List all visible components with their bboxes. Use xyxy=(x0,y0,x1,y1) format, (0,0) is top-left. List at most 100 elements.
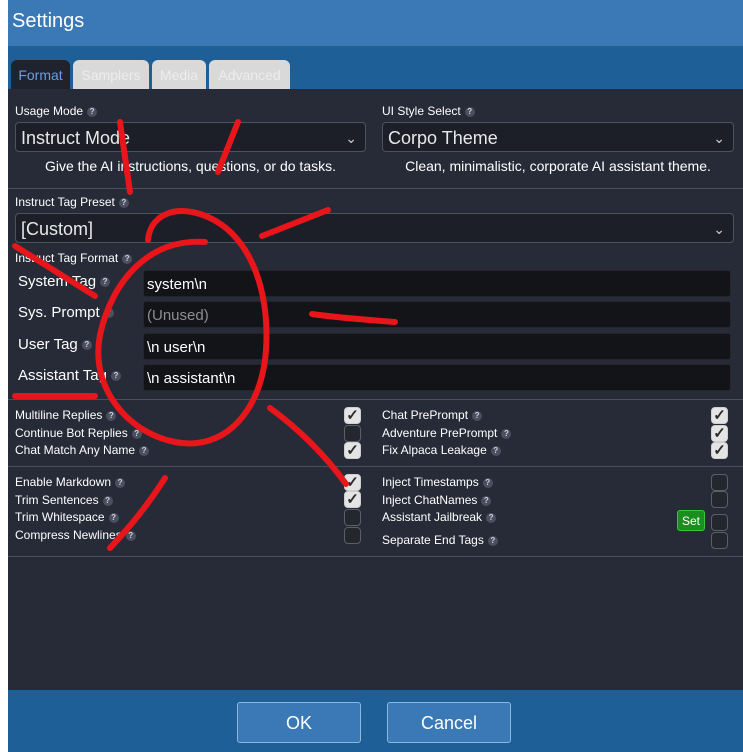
cancel-button[interactable]: Cancel xyxy=(387,702,511,743)
help-icon[interactable]: ? xyxy=(87,106,98,117)
usage-mode-label: Usage Mode? xyxy=(15,104,98,118)
ok-button[interactable]: OK xyxy=(237,702,361,743)
option-compress-newlines-checkbox[interactable] xyxy=(344,527,361,544)
help-icon[interactable]: ? xyxy=(103,308,114,319)
assistant-tag-label: Assistant Tag? xyxy=(18,367,121,384)
help-icon[interactable]: ? xyxy=(131,428,142,439)
ui-style-description: Clean, minimalistic, corporate AI assist… xyxy=(405,158,711,174)
help-icon[interactable]: ? xyxy=(139,445,150,456)
instruct-format-label-text: Instruct Tag Format xyxy=(15,251,119,265)
help-icon[interactable]: ? xyxy=(481,495,492,506)
help-icon[interactable]: ? xyxy=(81,340,92,351)
tab-bar: Format Samplers Media Advanced xyxy=(8,46,743,89)
instruct-format-label: Instruct Tag Format? xyxy=(15,251,133,265)
option-trim-whitespace-label: Trim Whitespace? xyxy=(15,510,119,524)
option-label-text: Assistant Jailbreak xyxy=(382,510,483,524)
option-label-text: Trim Whitespace xyxy=(15,510,105,524)
option-compress-newlines-label: Compress Newlines? xyxy=(15,528,136,542)
help-icon[interactable]: ? xyxy=(100,277,111,288)
help-icon[interactable]: ? xyxy=(102,495,113,506)
option-inject-timestamps-checkbox[interactable] xyxy=(711,474,728,491)
chevron-down-icon: ⌄ xyxy=(713,130,725,146)
option-separate-end-tags-checkbox[interactable] xyxy=(711,532,728,549)
assistant-tag-label-text: Assistant Tag xyxy=(18,367,107,384)
assistant-tag-input[interactable]: \n assistant\n xyxy=(143,364,731,391)
option-multiline-replies-label: Multiline Replies? xyxy=(15,408,117,422)
ui-style-label-text: UI Style Select xyxy=(382,104,461,118)
usage-mode-label-text: Usage Mode xyxy=(15,104,84,118)
help-icon[interactable]: ? xyxy=(118,197,129,208)
chevron-down-icon: ⌄ xyxy=(345,130,357,146)
option-enable-markdown-checkbox[interactable]: ✓ xyxy=(344,474,361,491)
ui-style-select[interactable]: Corpo Theme ⌄ xyxy=(382,122,734,152)
option-inject-chatnames-checkbox[interactable] xyxy=(711,491,728,508)
help-icon[interactable]: ? xyxy=(125,530,136,541)
option-label-text: Adventure PrePrompt xyxy=(382,426,498,440)
tab-format[interactable]: Format xyxy=(11,60,70,89)
usage-mode-select[interactable]: Instruct Mode ⌄ xyxy=(15,122,366,152)
help-icon[interactable]: ? xyxy=(490,445,501,456)
option-chat-match-any-name-checkbox[interactable]: ✓ xyxy=(344,442,361,459)
tab-samplers[interactable]: Samplers xyxy=(73,60,149,89)
system-tag-label: System Tag? xyxy=(18,273,111,290)
option-multiline-replies-checkbox[interactable]: ✓ xyxy=(344,407,361,424)
sys-prompt-label-text: Sys. Prompt xyxy=(18,304,100,321)
tab-media[interactable]: Media xyxy=(152,60,206,89)
help-icon[interactable]: ? xyxy=(464,106,475,117)
option-chat-preprompt-label: Chat PrePrompt? xyxy=(382,408,483,422)
option-label-text: Compress Newlines xyxy=(15,528,122,542)
option-fix-alpaca-leakage-checkbox[interactable]: ✓ xyxy=(711,442,728,459)
help-icon[interactable]: ? xyxy=(486,512,497,523)
user-tag-label-text: User Tag xyxy=(18,336,78,353)
option-assistant-jailbreak-label: Assistant Jailbreak? xyxy=(382,510,497,524)
help-icon[interactable]: ? xyxy=(108,512,119,523)
option-fix-alpaca-leakage-label: Fix Alpaca Leakage? xyxy=(382,443,501,457)
tab-advanced[interactable]: Advanced xyxy=(209,60,290,89)
option-label-text: Inject Timestamps xyxy=(382,475,479,489)
help-icon[interactable]: ? xyxy=(487,535,498,546)
divider xyxy=(8,556,743,557)
user-tag-input[interactable]: \n user\n xyxy=(143,333,731,360)
sys-prompt-label: Sys. Prompt? xyxy=(18,304,114,321)
ui-style-value: Corpo Theme xyxy=(388,128,498,148)
help-icon[interactable]: ? xyxy=(115,477,126,488)
option-adventure-preprompt-checkbox[interactable]: ✓ xyxy=(711,425,728,442)
sys-prompt-input[interactable]: (Unused) xyxy=(143,301,731,328)
option-label-text: Chat PrePrompt xyxy=(382,408,469,422)
option-label-text: Separate End Tags xyxy=(382,533,484,547)
option-chat-preprompt-checkbox[interactable]: ✓ xyxy=(711,407,728,424)
help-icon[interactable]: ? xyxy=(122,253,133,264)
ui-style-label: UI Style Select? xyxy=(382,104,475,118)
help-icon[interactable]: ? xyxy=(472,410,483,421)
option-label-text: Multiline Replies xyxy=(15,408,103,422)
option-trim-sentences-label: Trim Sentences? xyxy=(15,493,113,507)
instruct-preset-label: Instruct Tag Preset? xyxy=(15,195,129,209)
option-inject-timestamps-label: Inject Timestamps? xyxy=(382,475,493,489)
usage-mode-value: Instruct Mode xyxy=(21,128,131,148)
option-label-text: Inject ChatNames xyxy=(382,493,478,507)
system-tag-label-text: System Tag xyxy=(18,273,97,290)
system-tag-input[interactable]: system\n xyxy=(143,270,731,297)
instruct-preset-select[interactable]: [Custom] ⌄ xyxy=(15,213,734,243)
option-trim-whitespace-checkbox[interactable] xyxy=(344,509,361,526)
option-label-text: Trim Sentences xyxy=(15,493,99,507)
option-separate-end-tags-label: Separate End Tags? xyxy=(382,533,498,547)
chevron-down-icon: ⌄ xyxy=(713,221,725,237)
help-icon[interactable]: ? xyxy=(110,371,121,382)
help-icon[interactable]: ? xyxy=(106,410,117,421)
jailbreak-set-button[interactable]: Set xyxy=(677,510,705,531)
help-icon[interactable]: ? xyxy=(482,477,493,488)
option-inject-chatnames-label: Inject ChatNames? xyxy=(382,493,492,507)
option-label-text: Chat Match Any Name xyxy=(15,443,136,457)
instruct-preset-label-text: Instruct Tag Preset xyxy=(15,195,115,209)
divider xyxy=(8,399,743,400)
dialog-footer: OK Cancel xyxy=(8,690,743,752)
option-trim-sentences-checkbox[interactable]: ✓ xyxy=(344,491,361,508)
settings-dialog: Settings Format Samplers Media Advanced … xyxy=(8,0,743,752)
option-enable-markdown-label: Enable Markdown? xyxy=(15,475,126,489)
help-icon[interactable]: ? xyxy=(501,428,512,439)
option-label-text: Enable Markdown xyxy=(15,475,112,489)
divider xyxy=(8,188,743,189)
option-continue-bot-replies-checkbox[interactable] xyxy=(344,425,361,442)
option-assistant-jailbreak-checkbox[interactable] xyxy=(711,514,728,531)
